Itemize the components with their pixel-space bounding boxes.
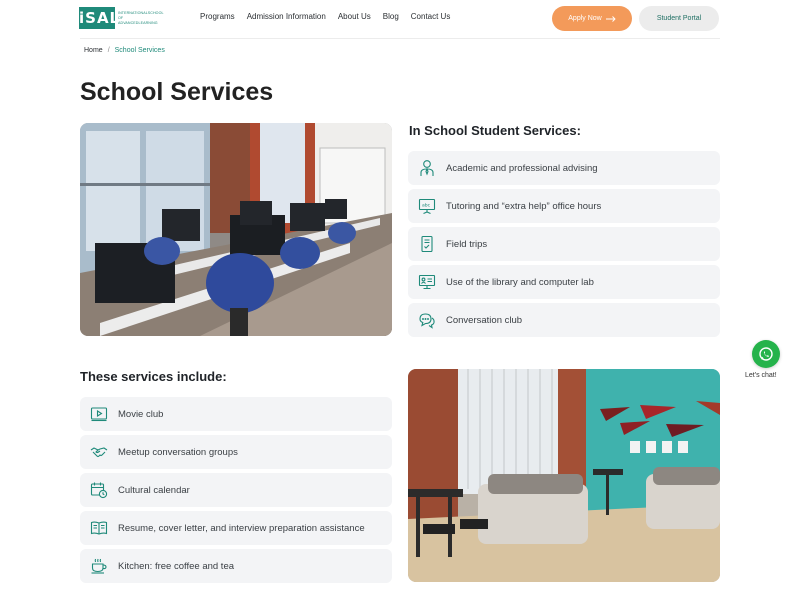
site-header: iSAL INTERNATIONALSCHOOL OF ADVANCEDLEAR… bbox=[0, 0, 800, 38]
main-nav: Programs Admission Information About Us … bbox=[200, 12, 450, 21]
computer-lab-photo bbox=[80, 123, 392, 336]
service-label: Movie club bbox=[118, 408, 164, 420]
calendar-clock-icon bbox=[89, 480, 109, 500]
nav-admission-information[interactable]: Admission Information bbox=[247, 12, 326, 21]
computer-lab-icon bbox=[417, 272, 437, 292]
list-item: Kitchen: free coffee and tea bbox=[80, 549, 392, 583]
open-book-icon bbox=[89, 518, 109, 538]
nav-programs[interactable]: Programs bbox=[200, 12, 235, 21]
advisor-icon bbox=[417, 158, 437, 178]
service-label: Academic and professional advising bbox=[446, 162, 598, 174]
page-title: School Services bbox=[80, 78, 274, 106]
service-label: Resume, cover letter, and interview prep… bbox=[118, 522, 365, 534]
breadcrumb-current: School Services bbox=[114, 47, 165, 54]
list-item: Movie club bbox=[80, 397, 392, 431]
list-item: Cultural calendar bbox=[80, 473, 392, 507]
breadcrumb-separator: / bbox=[107, 47, 110, 54]
student-portal-button[interactable]: Student Portal bbox=[639, 6, 719, 31]
arrow-right-icon bbox=[605, 15, 616, 22]
included-services-list: Movie club Meetup conversation groups Cu… bbox=[80, 397, 392, 583]
svg-text:abc: abc bbox=[422, 203, 431, 209]
service-label: Use of the library and computer lab bbox=[446, 276, 594, 288]
school-logo[interactable]: iSAL INTERNATIONALSCHOOL OF ADVANCEDLEAR… bbox=[79, 7, 164, 29]
list-item: abc Tutoring and “extra help” office hou… bbox=[408, 189, 720, 223]
student-services-title: In School Student Services: bbox=[409, 123, 581, 138]
list-item: Resume, cover letter, and interview prep… bbox=[80, 511, 392, 545]
handshake-icon bbox=[89, 442, 109, 462]
chat-bubbles-icon bbox=[417, 310, 437, 330]
nav-about-us[interactable]: About Us bbox=[338, 12, 371, 21]
service-label: Tutoring and “extra help” office hours bbox=[446, 200, 602, 212]
service-label: Field trips bbox=[446, 238, 488, 250]
header-divider bbox=[80, 38, 720, 39]
whiteboard-icon: abc bbox=[417, 196, 437, 216]
service-label: Conversation club bbox=[446, 314, 523, 326]
list-item: Use of the library and computer lab bbox=[408, 265, 720, 299]
nav-contact-us[interactable]: Contact Us bbox=[411, 12, 451, 21]
whatsapp-icon bbox=[759, 347, 773, 361]
breadcrumb: Home / School Services bbox=[84, 47, 165, 54]
document-check-icon bbox=[417, 234, 437, 254]
breadcrumb-home[interactable]: Home bbox=[84, 47, 103, 54]
list-item: Meetup conversation groups bbox=[80, 435, 392, 469]
logo-text: INTERNATIONALSCHOOL OF ADVANCEDLEARNING bbox=[118, 10, 164, 25]
video-icon bbox=[89, 404, 109, 424]
logo-mark: iSAL bbox=[79, 7, 121, 29]
list-item: Conversation club bbox=[408, 303, 720, 337]
service-label: Kitchen: free coffee and tea bbox=[118, 560, 235, 572]
apply-now-button[interactable]: Apply Now bbox=[552, 6, 632, 31]
list-item: Academic and professional advising bbox=[408, 151, 720, 185]
list-item: Field trips bbox=[408, 227, 720, 261]
chat-label[interactable]: Let's chat! bbox=[745, 372, 777, 379]
nav-blog[interactable]: Blog bbox=[383, 12, 399, 21]
student-lounge-photo bbox=[408, 369, 720, 582]
included-services-title: These services include: bbox=[80, 369, 227, 384]
whatsapp-chat-button[interactable] bbox=[752, 340, 780, 368]
coffee-cup-icon bbox=[89, 556, 109, 576]
student-services-list: Academic and professional advising abc T… bbox=[408, 151, 720, 337]
service-label: Cultural calendar bbox=[118, 484, 190, 496]
service-label: Meetup conversation groups bbox=[118, 446, 238, 458]
apply-now-label: Apply Now bbox=[568, 15, 602, 22]
